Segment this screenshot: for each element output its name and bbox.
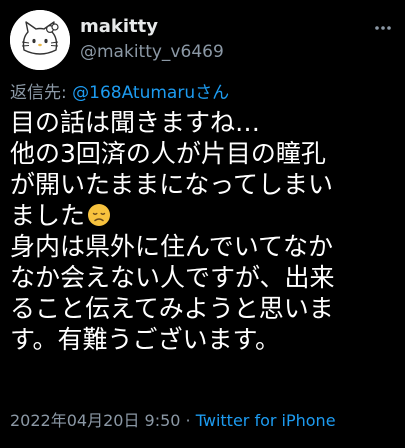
more-options-icon[interactable] bbox=[373, 18, 393, 38]
tweet-line: 他の3回済の人が片目の瞳孔 bbox=[10, 139, 326, 168]
reply-prefix: 返信先: bbox=[10, 83, 73, 103]
tweet-source-link[interactable]: Twitter for iPhone bbox=[196, 411, 336, 430]
kitty-avatar-icon bbox=[10, 10, 70, 70]
user-names: makitty @makitty_v6469 bbox=[80, 16, 224, 62]
avatar[interactable] bbox=[10, 10, 70, 70]
tweet-line: 身内は県外に住んでいてなか bbox=[10, 232, 334, 261]
tweet-line: 目の話は聞きますね… bbox=[10, 108, 261, 137]
tweet-line: が開いたままになってしまい bbox=[10, 170, 334, 199]
tweet-line-text: ました bbox=[10, 201, 86, 230]
reply-context: 返信先: @168Atumaruさん bbox=[10, 82, 229, 104]
reply-to-user-link[interactable]: @168Atumaruさん bbox=[72, 83, 229, 103]
tweet-line: す。有難うございます。 bbox=[10, 325, 281, 354]
meta-separator: · bbox=[180, 411, 196, 430]
tweet-line-with-emoji: ました bbox=[10, 200, 400, 231]
disappointed-face-emoji-icon bbox=[87, 203, 111, 227]
user-handle[interactable]: @makitty_v6469 bbox=[80, 42, 224, 62]
tweet-header: makitty @makitty_v6469 bbox=[10, 10, 395, 70]
tweet-text: 目の話は聞きますね… 他の3回済の人が片目の瞳孔 が開いたままになってしまい ま… bbox=[10, 107, 400, 355]
tweet-line: なか会えない人ですが、出来 bbox=[10, 263, 335, 292]
tweet-timestamp[interactable]: 2022年04月20日 9:50 bbox=[10, 411, 180, 430]
tweet-line: ること伝えてみようと思いま bbox=[10, 294, 334, 323]
display-name[interactable]: makitty bbox=[80, 16, 224, 38]
tweet-meta: 2022年04月20日 9:50 · Twitter for iPhone bbox=[10, 410, 336, 432]
